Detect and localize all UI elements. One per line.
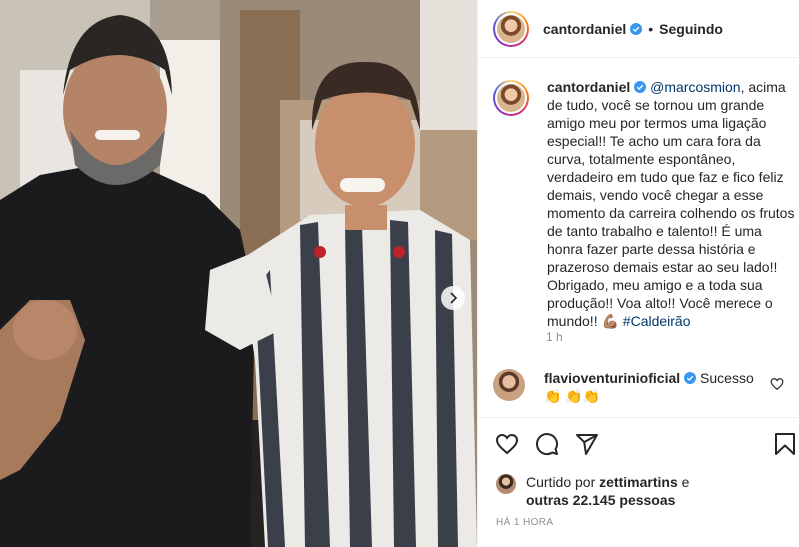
verified-badge-icon bbox=[684, 372, 697, 384]
comment-text: flavioventurinioficial Sucesso 👏 👏👏 bbox=[544, 369, 774, 405]
comment-icon[interactable] bbox=[535, 432, 559, 456]
comment-like-heart-icon[interactable] bbox=[770, 377, 784, 391]
likes-others-link[interactable]: outras 22.145 pessoas bbox=[526, 492, 675, 508]
post-timestamp: HÁ 1 HORA bbox=[496, 517, 554, 528]
commenter-avatar[interactable] bbox=[493, 369, 525, 401]
post-details-panel: cantordaniel • Seguindo cantordaniel @ma… bbox=[477, 0, 799, 547]
mention-link[interactable]: @marcosmion bbox=[650, 79, 740, 95]
likes-middle: e bbox=[677, 474, 690, 490]
caption-body-text: , acima de tudo, você se tornou um grand… bbox=[547, 79, 795, 329]
likes-summary: Curtido por zettimartins e outras 22.145… bbox=[496, 473, 726, 509]
photo-illustration bbox=[0, 0, 477, 547]
caption-text: cantordaniel @marcosmion, acima de tudo,… bbox=[547, 78, 798, 330]
following-button[interactable]: Seguindo bbox=[659, 21, 723, 37]
hashtag-link[interactable]: #Caldeirão bbox=[623, 313, 691, 329]
caption-author-username[interactable]: cantordaniel bbox=[547, 79, 630, 95]
post-caption: cantordaniel @marcosmion, acima de tudo,… bbox=[493, 78, 798, 330]
caption-author-avatar[interactable] bbox=[493, 80, 529, 116]
author-avatar[interactable] bbox=[493, 10, 529, 47]
post-header: cantordaniel • Seguindo bbox=[478, 0, 799, 58]
caption-time: 1 h bbox=[546, 330, 563, 344]
author-username[interactable]: cantordaniel bbox=[543, 21, 626, 37]
heart-icon[interactable] bbox=[495, 432, 519, 456]
share-icon[interactable] bbox=[575, 432, 599, 456]
likes-prefix: Curtido por bbox=[526, 474, 600, 490]
likes-text: Curtido por zettimartins e outras 22.145… bbox=[526, 473, 726, 509]
liker-avatar[interactable] bbox=[496, 474, 516, 494]
post-photo[interactable] bbox=[0, 0, 477, 547]
bookmark-icon[interactable] bbox=[774, 432, 796, 456]
liker-username[interactable]: zettimartins bbox=[599, 474, 678, 490]
verified-badge-icon bbox=[630, 22, 643, 35]
separator-dot: • bbox=[648, 20, 654, 37]
chevron-right-icon bbox=[450, 292, 458, 304]
commenter-username[interactable]: flavioventurinioficial bbox=[544, 370, 680, 386]
actions-divider bbox=[478, 417, 799, 418]
verified-badge-icon bbox=[634, 81, 647, 93]
comment-item: flavioventurinioficial Sucesso 👏 👏👏 bbox=[493, 369, 799, 405]
carousel-next-button[interactable] bbox=[441, 286, 465, 310]
